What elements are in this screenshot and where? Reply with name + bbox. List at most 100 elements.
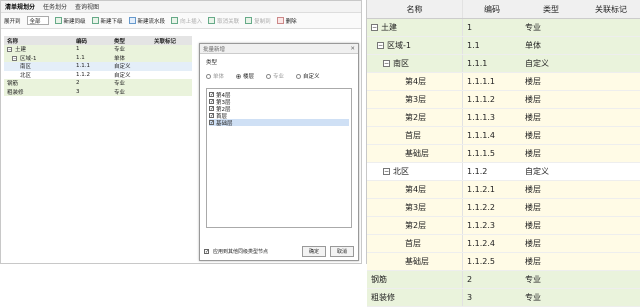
collapse-icon[interactable]: − xyxy=(371,24,378,31)
row-name: 土建 xyxy=(15,47,27,54)
apply-all-checkbox[interactable]: ✓ xyxy=(204,248,209,254)
row-name: 第2层 xyxy=(405,113,427,122)
row-link xyxy=(581,19,640,36)
radio-label: 楼层 xyxy=(243,74,255,80)
tab-renwu[interactable]: 任务划分 xyxy=(43,2,67,11)
radio-icon xyxy=(296,73,302,79)
cancel-button[interactable]: 取消 xyxy=(329,245,354,257)
radio-icon xyxy=(206,73,211,79)
row-type: 专业 xyxy=(114,47,126,54)
table-row[interactable]: 第2层 1.1.1.3 楼层 xyxy=(367,109,640,127)
header-link: 关联标记 xyxy=(154,38,177,45)
row-name-cell: 钢筋 xyxy=(367,271,463,288)
checkbox-checked-icon: ✓ xyxy=(209,120,215,126)
left-panel: 清单规划分 任务划分 查询视图 展开到 全部 新建同级 新建下级 新建流水段 向… xyxy=(0,0,362,264)
table-row[interactable]: 首层 1.1.1.4 楼层 xyxy=(367,127,640,145)
scope-select[interactable]: 全部 xyxy=(26,16,49,25)
table-row[interactable]: 基础层 1.1.1.5 楼层 xyxy=(367,145,640,163)
table-row[interactable]: 北区 1.1.2 自定义 xyxy=(4,71,192,80)
copy-icon xyxy=(245,17,253,24)
row-link xyxy=(581,253,640,270)
table-row[interactable]: − 土建 1 专业 xyxy=(4,45,192,54)
row-type: 自定义 xyxy=(525,59,549,68)
table-row[interactable]: 南区 1.1.1 自定义 xyxy=(4,62,192,71)
dialog-footer: ✓ 应用到其他同级类型节点 确定 取消 xyxy=(204,245,354,257)
tab-bar: 清单规划分 任务划分 查询视图 xyxy=(1,1,361,13)
table-row[interactable]: − 区域-1 1.1 单体 xyxy=(367,37,640,55)
table-row[interactable]: 第4层 1.1.2.1 楼层 xyxy=(367,181,640,199)
table-row[interactable]: 第4层 1.1.1.1 楼层 xyxy=(367,73,640,91)
unlink-button[interactable]: 取消关联 xyxy=(208,17,239,25)
collapse-icon[interactable]: − xyxy=(12,55,17,61)
checkbox-checked-icon: ✓ xyxy=(209,113,215,119)
row-type: 专业 xyxy=(114,81,126,88)
row-name: 第3层 xyxy=(405,203,427,212)
row-code: 1.1.2.1 xyxy=(467,185,495,194)
add-child-icon xyxy=(91,17,99,24)
row-type: 专业 xyxy=(525,293,541,302)
table-row[interactable]: − 土建 1 专业 xyxy=(367,19,640,37)
type-label: 类型 xyxy=(206,60,218,66)
tab-qingdan[interactable]: 清单规划分 xyxy=(5,2,35,11)
row-name-cell: 第3层 xyxy=(367,199,463,216)
header-type: 类型 xyxy=(543,4,559,14)
table-row[interactable]: 第3层 1.1.1.2 楼层 xyxy=(367,91,640,109)
radio-danti[interactable]: 单体 xyxy=(206,72,224,80)
row-name-cell: − 南区 xyxy=(367,55,463,72)
table-row[interactable]: 基础层 1.1.2.5 楼层 xyxy=(367,253,640,271)
type-section: 类型 单体 楼层 专业 自定义 xyxy=(200,54,358,84)
collapse-icon[interactable]: − xyxy=(377,42,384,49)
table-row[interactable]: 第2层 1.1.2.3 楼层 xyxy=(367,217,640,235)
table-row[interactable]: 第3层 1.1.2.2 楼层 xyxy=(367,199,640,217)
row-name-cell: 第2层 xyxy=(367,109,463,126)
table-row[interactable]: − 南区 1.1.1 自定义 xyxy=(367,55,640,73)
delete-button[interactable]: 删除 xyxy=(276,17,297,25)
floor-item[interactable]: ✓ 第2层 xyxy=(209,105,349,113)
header-code: 编码 xyxy=(76,38,88,45)
row-code: 1.1.1 xyxy=(76,63,90,70)
table-row[interactable]: 粗装修 3 专业 xyxy=(4,87,192,96)
radio-zidingyi[interactable]: 自定义 xyxy=(296,72,320,80)
checkbox-checked-icon: ✓ xyxy=(209,99,215,105)
row-type: 自定义 xyxy=(114,72,131,79)
row-type: 自定义 xyxy=(525,167,549,176)
row-name: 土建 xyxy=(381,23,397,32)
radio-zhuanye[interactable]: 专业 xyxy=(266,72,284,80)
tab-chaxun[interactable]: 查询视图 xyxy=(75,2,99,11)
row-link xyxy=(581,163,640,180)
table-row[interactable]: 首层 1.1.2.4 楼层 xyxy=(367,235,640,253)
table-row[interactable]: − 区域-1 1.1 单体 xyxy=(4,53,192,62)
row-code: 1.1.1.2 xyxy=(467,95,495,104)
row-type: 专业 xyxy=(525,275,541,284)
row-name-cell: 基础层 xyxy=(367,145,463,162)
new-child-button[interactable]: 新建下级 xyxy=(91,17,123,25)
floor-checklist: ✓ 第4层 ✓ 第3层 ✓ 第2层 ✓ 首层 ✓ 基础层 xyxy=(206,88,352,228)
ok-button[interactable]: 确定 xyxy=(301,245,326,257)
left-tree-table: 名称 编码 类型 关联标记 − 土建 1 专业 − 区域-1 1.1 单体 南区 1… xyxy=(4,36,192,96)
floor-item[interactable]: ✓ 基础层 xyxy=(209,119,349,127)
apply-all-label: 应用到其他同级类型节点 xyxy=(213,248,269,255)
collapse-icon[interactable]: − xyxy=(383,60,390,67)
row-name-cell: − 区域-1 xyxy=(4,54,74,62)
row-code: 1.1 xyxy=(76,54,85,61)
row-code: 1.1.1 xyxy=(467,59,488,68)
copy-to-button[interactable]: 复制到 xyxy=(245,17,271,25)
new-sibling-label: 新建同级 xyxy=(63,18,86,25)
table-row[interactable]: 钢筋 2 专业 xyxy=(4,79,192,88)
radio-selected-icon xyxy=(236,73,242,79)
collapse-icon[interactable]: − xyxy=(7,47,12,53)
row-type: 楼层 xyxy=(525,95,541,104)
row-name-cell: − 北区 xyxy=(367,163,463,180)
new-sibling-button[interactable]: 新建同级 xyxy=(54,17,86,25)
insert-above-button[interactable]: 向上插入 xyxy=(171,17,202,25)
table-row[interactable]: − 北区 1.1.2 自定义 xyxy=(367,163,640,181)
collapse-icon[interactable]: − xyxy=(383,168,390,175)
close-icon[interactable]: ✕ xyxy=(350,46,355,52)
table-row[interactable]: 钢筋 2 专业 xyxy=(367,271,640,289)
new-segment-button[interactable]: 新建流水段 xyxy=(128,17,165,25)
insert-icon xyxy=(171,17,179,24)
table-row[interactable]: 粗装修 3 专业 xyxy=(367,289,640,307)
radio-louceng[interactable]: 楼层 xyxy=(236,72,254,80)
row-type: 楼层 xyxy=(525,131,541,140)
unlink-icon xyxy=(208,17,216,24)
